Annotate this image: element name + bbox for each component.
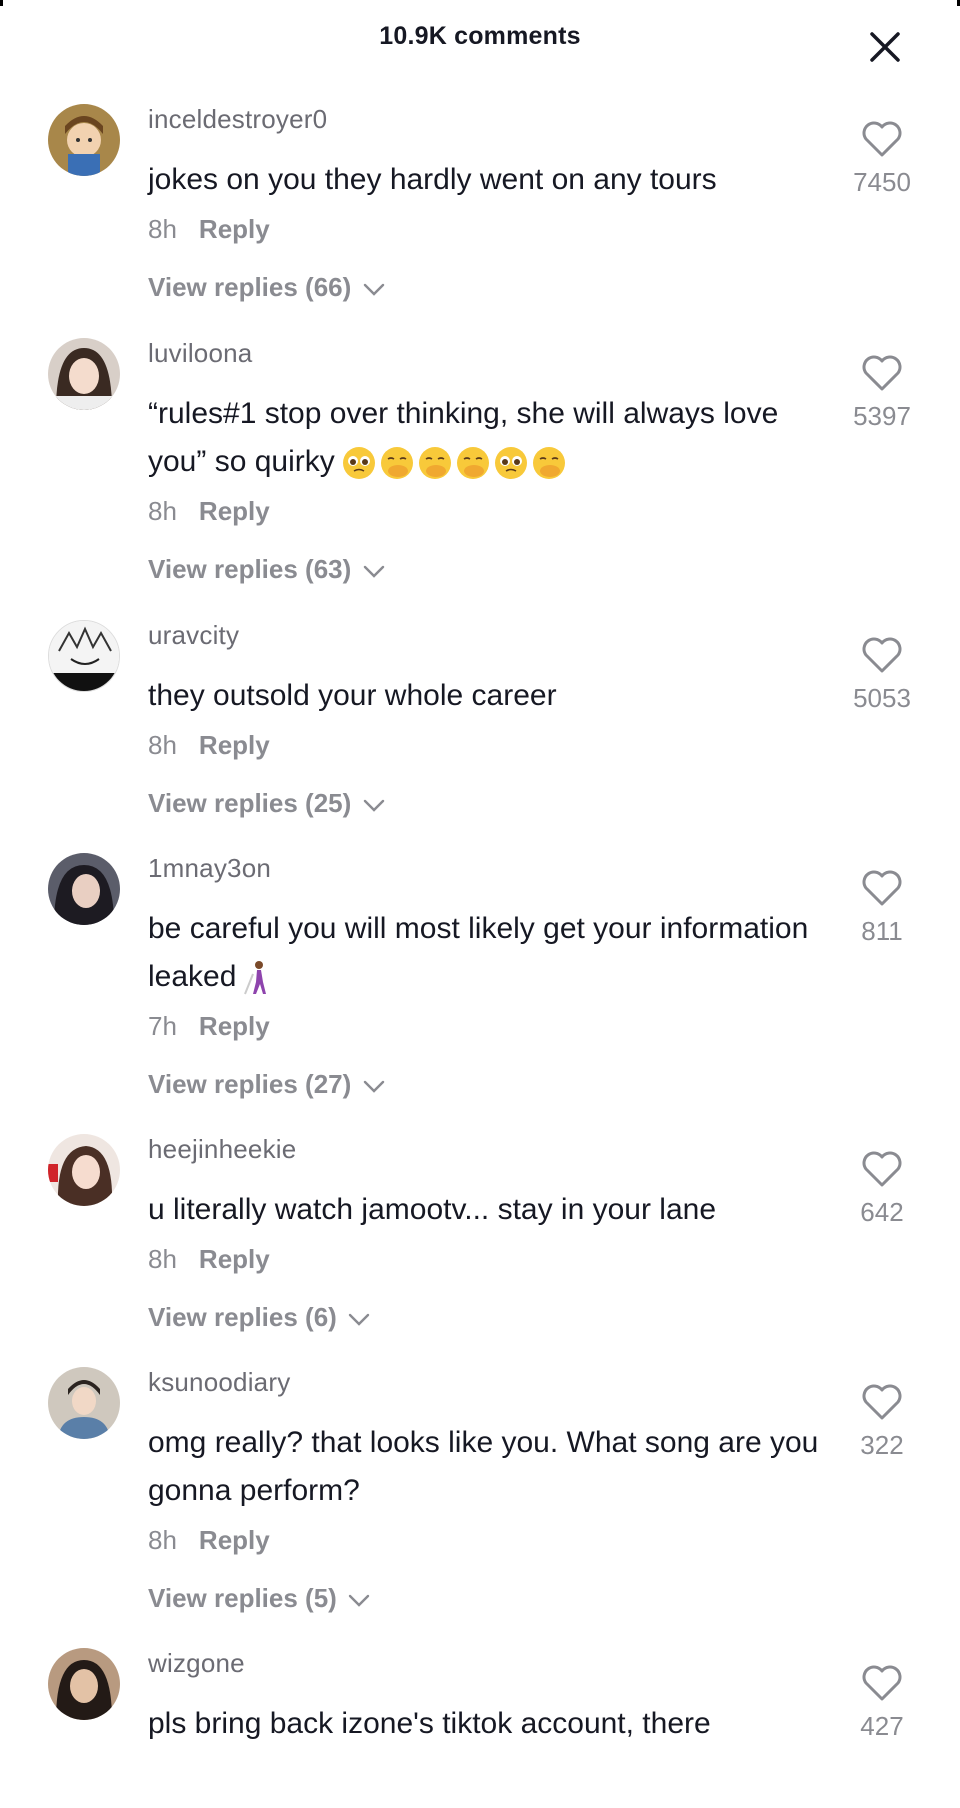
- avatar[interactable]: [48, 620, 120, 692]
- comment-text: “rules#1 stop over thinking, she will al…: [148, 390, 828, 486]
- emoji-group: [242, 960, 272, 996]
- comment-username[interactable]: uravcity: [148, 620, 239, 650]
- comment-text: be careful you will most likely get your…: [148, 905, 828, 1001]
- comment-meta: 8h Reply: [148, 214, 270, 244]
- avatar[interactable]: [48, 338, 120, 410]
- person-with-white-cane-icon: [244, 961, 267, 995]
- like-button[interactable]: 5397: [842, 354, 922, 432]
- like-count: 811: [861, 916, 903, 946]
- like-button[interactable]: 322: [842, 1383, 922, 1461]
- reply-button[interactable]: Reply: [199, 730, 270, 760]
- heart-icon: [862, 637, 902, 673]
- comment-text: omg really? that looks like you. What so…: [148, 1426, 819, 1507]
- view-replies-button[interactable]: View replies (27): [148, 1069, 385, 1099]
- comment-text: they outsold your whole career: [148, 679, 557, 712]
- comment-meta: 8h Reply: [148, 730, 270, 760]
- chevron-down-icon: [363, 565, 384, 578]
- comment-time: 8h: [148, 214, 177, 244]
- like-button[interactable]: 427: [842, 1664, 922, 1742]
- heart-icon: [862, 1151, 902, 1187]
- heart-icon: [862, 870, 902, 906]
- comment-username[interactable]: wizgone: [148, 1648, 245, 1678]
- comment-username[interactable]: heejinheekie: [148, 1134, 296, 1164]
- view-replies-label: View replies (25): [148, 788, 352, 818]
- comment-time: 8h: [148, 1244, 177, 1274]
- comment-meta: 8h Reply: [148, 496, 270, 526]
- chevron-down-icon: [363, 283, 384, 296]
- comment-time: 7h: [148, 1011, 177, 1041]
- comments-sheet: 10.9K comments inceldestroyer0 jokes on …: [0, 0, 960, 1808]
- comment-meta: 8h Reply: [148, 1525, 270, 1555]
- comment-meta: 7h Reply: [148, 1011, 270, 1041]
- reply-button[interactable]: Reply: [199, 496, 270, 526]
- like-count: 7450: [853, 167, 911, 197]
- comment-time: 8h: [148, 730, 177, 760]
- avatar[interactable]: [48, 1134, 120, 1206]
- heart-icon: [862, 355, 902, 391]
- view-replies-button[interactable]: View replies (25): [148, 788, 385, 818]
- comment-username[interactable]: 1mnay3on: [148, 853, 271, 883]
- heart-icon: [862, 1384, 902, 1420]
- view-replies-button[interactable]: View replies (63): [148, 554, 385, 584]
- pleading-face-icon: [342, 447, 375, 480]
- comment-username[interactable]: luviloona: [148, 338, 252, 368]
- like-count: 642: [860, 1197, 904, 1227]
- comments-header: 10.9K comments: [0, 0, 960, 74]
- face-with-hand-over-mouth-icon: [380, 447, 413, 480]
- reply-button[interactable]: Reply: [199, 1244, 270, 1274]
- comment-meta: 8h Reply: [148, 1244, 270, 1274]
- like-count: 427: [860, 1711, 904, 1741]
- comment-text: u literally watch jamootv... stay in you…: [148, 1193, 717, 1226]
- avatar[interactable]: [48, 1367, 120, 1439]
- chevron-down-icon: [363, 1080, 384, 1093]
- comment-time: 8h: [148, 496, 177, 526]
- like-button[interactable]: 7450: [842, 120, 922, 198]
- face-with-hand-over-mouth-icon: [418, 447, 451, 480]
- like-count: 5053: [853, 683, 911, 713]
- chevron-down-icon: [348, 1594, 370, 1607]
- chevron-down-icon: [348, 1313, 370, 1326]
- view-replies-button[interactable]: View replies (5): [148, 1583, 370, 1613]
- emoji-group: [341, 445, 567, 481]
- like-button[interactable]: 811: [842, 869, 922, 947]
- reply-button[interactable]: Reply: [199, 214, 270, 244]
- reply-button[interactable]: Reply: [199, 1011, 270, 1041]
- view-replies-button[interactable]: View replies (66): [148, 272, 385, 302]
- comment-username[interactable]: inceldestroyer0: [148, 104, 327, 134]
- comment-time: 8h: [148, 1525, 177, 1555]
- view-replies-button[interactable]: View replies (6): [148, 1302, 370, 1332]
- chevron-down-icon: [363, 799, 384, 812]
- close-icon: [870, 32, 900, 62]
- comment-username[interactable]: ksunoodiary: [148, 1367, 290, 1397]
- heart-icon: [862, 1665, 902, 1701]
- face-with-hand-over-mouth-icon: [456, 447, 489, 480]
- like-count: 322: [860, 1430, 904, 1460]
- avatar[interactable]: [48, 853, 120, 925]
- pleading-face-icon: [494, 447, 527, 480]
- view-replies-label: View replies (63): [148, 554, 352, 584]
- comment-text: pls bring back izone's tiktok account, t…: [148, 1707, 711, 1740]
- view-replies-label: View replies (66): [148, 272, 352, 302]
- view-replies-label: View replies (27): [148, 1069, 352, 1099]
- comment-count-title: 10.9K comments: [379, 22, 581, 50]
- like-count: 5397: [853, 401, 911, 431]
- view-replies-label: View replies (5): [148, 1583, 337, 1613]
- like-button[interactable]: 642: [842, 1150, 922, 1228]
- avatar[interactable]: [48, 1648, 120, 1720]
- heart-icon: [862, 121, 902, 157]
- avatar[interactable]: [48, 104, 120, 176]
- face-with-hand-over-mouth-icon: [532, 447, 565, 480]
- reply-button[interactable]: Reply: [199, 1525, 270, 1555]
- close-button[interactable]: [866, 28, 904, 66]
- view-replies-label: View replies (6): [148, 1302, 337, 1332]
- like-button[interactable]: 5053: [842, 636, 922, 714]
- comment-text: jokes on you they hardly went on any tou…: [148, 163, 717, 196]
